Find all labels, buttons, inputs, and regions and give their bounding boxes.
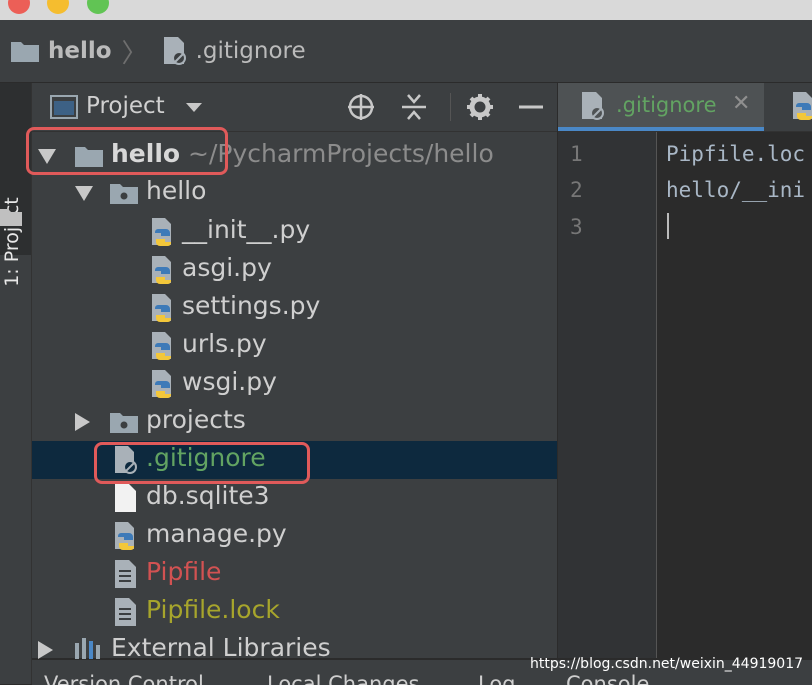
package-folder-icon — [110, 184, 138, 204]
tab-label: .gitignore — [616, 93, 717, 117]
tree-item-python-file[interactable]: urls.py — [32, 327, 557, 365]
minimize-panel-icon[interactable] — [518, 92, 544, 122]
breadcrumb-file-label: .gitignore — [195, 38, 306, 64]
code-line: Pipfile.loc — [666, 142, 806, 166]
file-icon — [115, 484, 136, 512]
tree-item-label: settings.py — [182, 291, 321, 320]
project-view-icon — [50, 95, 78, 119]
editor-gutter: 1 2 3 — [558, 132, 657, 658]
python-file-icon — [152, 256, 171, 284]
tree-item-text-file[interactable]: Pipfile — [32, 555, 557, 593]
tree-item-package[interactable]: projects — [32, 403, 557, 441]
zoom-window-button[interactable] — [87, 0, 109, 14]
project-panel: Project hello ~/PycharmProjects/hello he… — [26, 83, 558, 662]
chevron-down-icon[interactable] — [186, 103, 202, 112]
minimize-window-button[interactable] — [47, 0, 69, 14]
close-window-button[interactable] — [8, 0, 30, 14]
tree-item-python-file[interactable]: asgi.py — [32, 251, 557, 289]
python-file-icon — [115, 522, 134, 550]
project-view-selector[interactable]: Project — [86, 93, 165, 119]
expand-arrow-icon[interactable] — [38, 641, 53, 659]
ignore-file-icon — [582, 92, 604, 120]
line-number: 1 — [570, 142, 583, 166]
highlight-box-project-root — [26, 127, 228, 175]
project-panel-header: Project — [32, 83, 557, 132]
tree-item-path: ~/PycharmProjects/hello — [188, 139, 494, 168]
tree-item-label: Pipfile.lock — [146, 595, 280, 624]
tab-local-changes[interactable]: Local Changes — [267, 672, 419, 685]
tree-item-package[interactable]: hello — [32, 174, 557, 212]
expand-arrow-icon[interactable] — [75, 186, 93, 201]
tree-item-text-file[interactable]: Pipfile.lock — [32, 593, 557, 631]
project-tool-label: 1: Project — [1, 197, 23, 287]
watermark: https://blog.csdn.net/weixin_44919017 — [530, 656, 804, 672]
tree-item-label: asgi.py — [182, 253, 272, 282]
tree-item-label: hello — [146, 176, 207, 205]
python-file-icon — [152, 218, 171, 246]
tab-gitignore[interactable]: .gitignore ✕ — [558, 83, 764, 131]
tab-version-control[interactable]: Version Control — [44, 672, 204, 685]
editor-tab-bar: .gitignore ✕ — [558, 83, 812, 132]
tree-item-python-file[interactable]: manage.py — [32, 517, 557, 555]
tree-item-label: manage.py — [146, 519, 287, 548]
python-file-icon — [152, 370, 171, 398]
window-title-bar — [0, 0, 812, 20]
tab-console[interactable]: Console — [566, 672, 649, 685]
folder-icon — [0, 209, 22, 226]
tab-next[interactable] — [764, 83, 812, 131]
tree-item-python-file[interactable]: wsgi.py — [32, 365, 557, 403]
tree-item-label: Pipfile — [146, 557, 222, 586]
collapse-all-icon[interactable] — [400, 92, 428, 122]
gear-icon[interactable] — [465, 92, 495, 122]
tree-item-label: db.sqlite3 — [146, 481, 270, 510]
tree-item-file[interactable]: db.sqlite3 — [32, 479, 557, 517]
text-cursor — [667, 213, 669, 239]
breadcrumb: hello 〉 .gitignore — [0, 20, 812, 83]
ignore-file-icon — [163, 37, 186, 65]
python-file-icon — [152, 294, 171, 322]
text-file-icon — [115, 598, 136, 626]
line-number: 2 — [570, 178, 583, 202]
folder-icon — [11, 42, 39, 62]
text-file-icon — [115, 560, 136, 588]
breadcrumb-project[interactable]: hello — [10, 38, 112, 64]
tree-item-label: wsgi.py — [182, 367, 277, 396]
breadcrumb-project-label: hello — [48, 38, 112, 64]
breadcrumb-file[interactable]: .gitignore — [162, 36, 306, 66]
locate-file-icon[interactable] — [346, 92, 376, 122]
toolbar-divider — [450, 93, 451, 121]
tree-item-python-file[interactable]: settings.py — [32, 289, 557, 327]
tree-item-label: External Libraries — [111, 633, 331, 662]
package-folder-icon — [110, 413, 138, 433]
tree-item-label: projects — [146, 405, 246, 434]
line-number: 3 — [570, 215, 583, 239]
python-file-icon — [152, 332, 171, 360]
tree-item-label: __init__.py — [182, 215, 311, 244]
tree-item-label: urls.py — [182, 329, 267, 358]
code-line: hello/__ini — [666, 178, 806, 202]
highlight-box-gitignore — [94, 442, 310, 484]
chevron-right-icon: 〉 — [121, 38, 148, 69]
close-icon[interactable]: ✕ — [732, 91, 750, 116]
tree-item-python-file[interactable]: __init__.py — [32, 213, 557, 251]
tab-log[interactable]: Log — [478, 672, 516, 685]
python-file-icon — [793, 92, 812, 120]
expand-arrow-icon[interactable] — [75, 413, 90, 431]
